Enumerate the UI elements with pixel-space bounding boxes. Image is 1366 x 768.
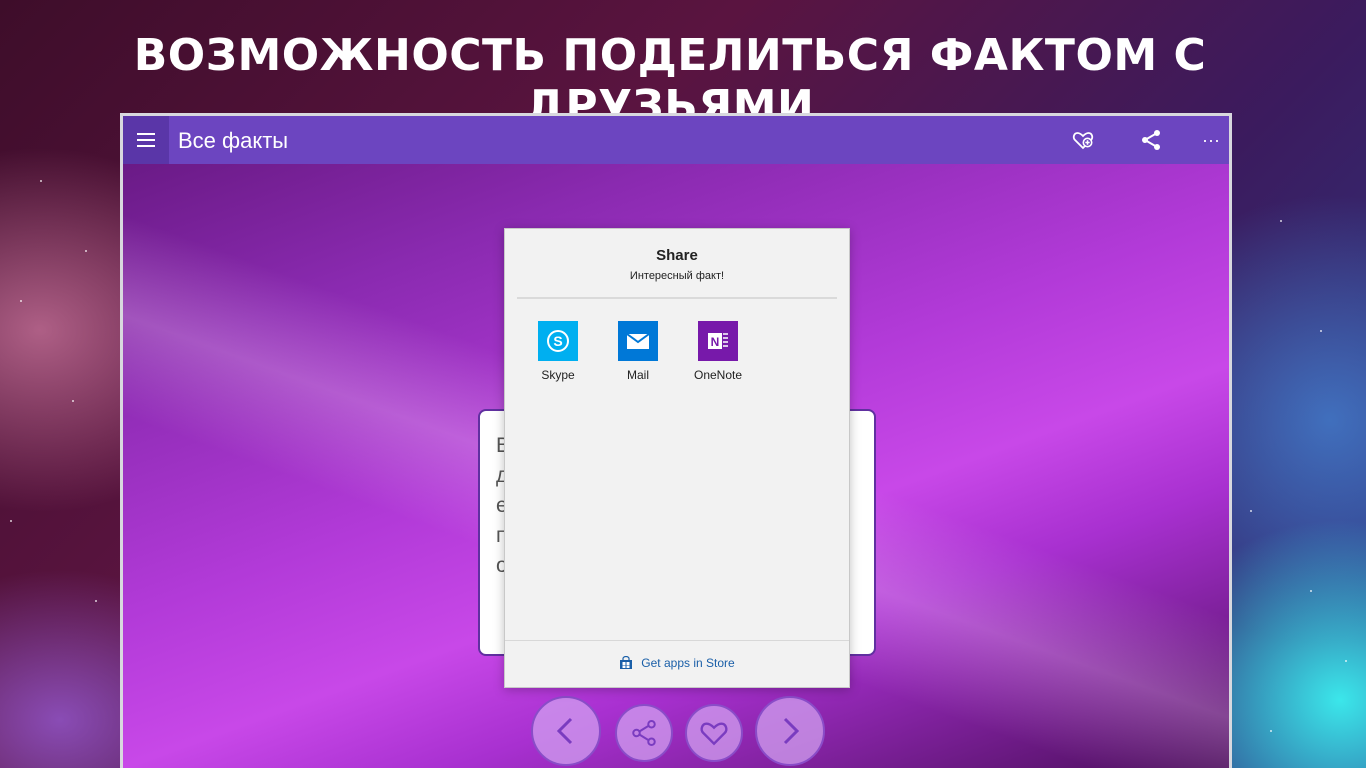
star bbox=[1320, 330, 1322, 332]
svg-text:S: S bbox=[553, 333, 562, 349]
share-icon[interactable] bbox=[1139, 128, 1163, 152]
skype-icon: S bbox=[538, 321, 578, 361]
share-title: Share bbox=[656, 247, 698, 264]
share-icon bbox=[632, 720, 656, 746]
share-subtitle: Интересный факт! bbox=[629, 270, 725, 282]
share-flyout: Share Интересный факт! S Skype Mail N On… bbox=[504, 228, 850, 688]
previous-fact-button[interactable] bbox=[531, 696, 601, 766]
star bbox=[95, 600, 97, 602]
more-options-icon[interactable]: ··· bbox=[1199, 128, 1223, 152]
star bbox=[1280, 220, 1282, 222]
window-title: Все факты bbox=[178, 128, 289, 153]
star bbox=[20, 300, 22, 302]
get-apps-link[interactable]: Get apps in Store bbox=[505, 656, 849, 670]
share-target-label: Mail bbox=[626, 368, 649, 382]
hamburger-icon[interactable] bbox=[123, 116, 169, 164]
star bbox=[40, 180, 42, 182]
star bbox=[10, 520, 12, 522]
share-target-skype[interactable]: S Skype bbox=[518, 321, 598, 382]
store-icon bbox=[620, 656, 633, 669]
chevron-right-icon bbox=[783, 717, 800, 745]
heart-add-icon[interactable] bbox=[1071, 128, 1095, 152]
share-target-label: Skype bbox=[541, 368, 575, 382]
svg-text:N: N bbox=[711, 335, 720, 349]
star bbox=[85, 250, 87, 252]
heart-icon bbox=[700, 722, 728, 746]
favorite-fact-button[interactable] bbox=[685, 704, 743, 762]
divider bbox=[517, 297, 837, 299]
star bbox=[1345, 660, 1347, 662]
star bbox=[1250, 510, 1252, 512]
share-target-mail[interactable]: Mail bbox=[598, 321, 678, 382]
onenote-icon: N bbox=[698, 321, 738, 361]
title-bar: Все факты ··· bbox=[123, 116, 1229, 164]
mail-icon bbox=[618, 321, 658, 361]
star bbox=[72, 400, 74, 402]
share-target-label: OneNote bbox=[693, 368, 743, 382]
share-target-onenote[interactable]: N OneNote bbox=[678, 321, 758, 382]
star bbox=[1270, 730, 1272, 732]
share-fact-button[interactable] bbox=[615, 704, 673, 762]
star bbox=[1310, 590, 1312, 592]
next-fact-button[interactable] bbox=[755, 696, 825, 766]
chevron-left-icon bbox=[556, 717, 573, 745]
share-footer: Get apps in Store bbox=[505, 640, 849, 687]
get-apps-label: Get apps in Store bbox=[641, 656, 735, 670]
